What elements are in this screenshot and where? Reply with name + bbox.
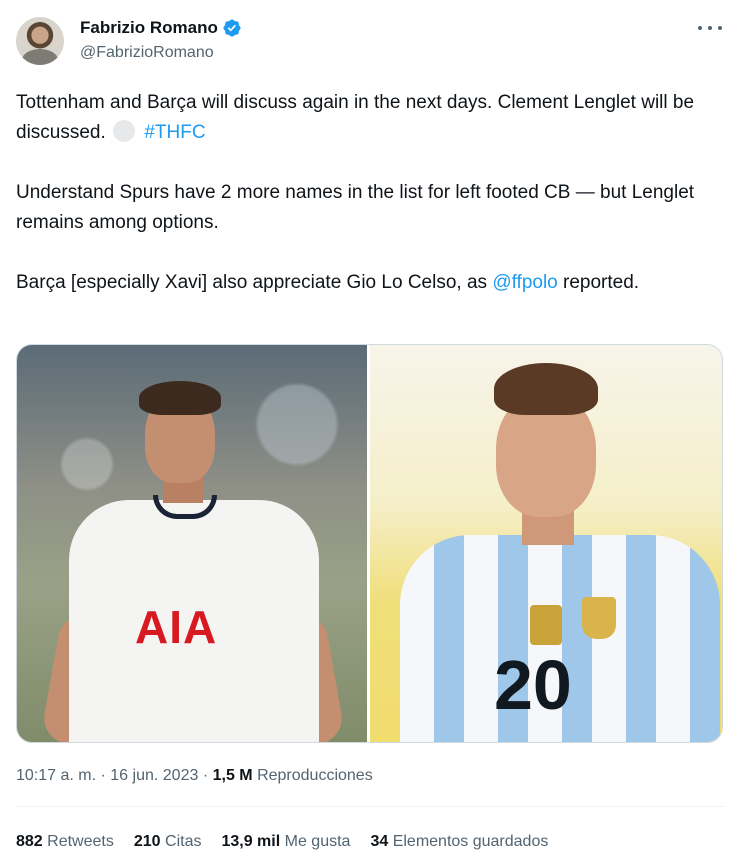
author-display-name[interactable]: Fabrizio Romano xyxy=(80,18,218,38)
media-grid: AIA 20 xyxy=(16,344,723,743)
likes-label: Me gusta xyxy=(284,833,351,850)
photo-lo-celso[interactable]: 20 xyxy=(370,345,722,742)
meta-separator: · xyxy=(202,767,213,784)
bookmarks-count: 34 xyxy=(370,833,389,850)
tweet-meta: 10:17 a. m. · 16 jun. 2023 · 1,5 M Repro… xyxy=(16,766,373,786)
white-circle-emoji-icon xyxy=(113,120,136,142)
retweets-label: Retweets xyxy=(47,833,114,850)
divider xyxy=(16,806,724,807)
shirt-sponsor-logo: AIA xyxy=(135,601,218,653)
retweets-stat[interactable]: 882 Retweets xyxy=(16,832,114,852)
retweets-count: 882 xyxy=(16,833,43,850)
champions-badge xyxy=(530,605,562,645)
tweet-date[interactable]: 16 jun. 2023 xyxy=(110,767,198,784)
quotes-label: Citas xyxy=(165,833,202,850)
meta-separator: · xyxy=(100,767,111,784)
tweet-paragraph-3-text-before: Barça [especially Xavi] also appreciate … xyxy=(16,272,488,293)
federation-crest xyxy=(582,597,616,639)
more-options-icon[interactable] xyxy=(698,18,722,38)
mention-link[interactable]: @ffpolo xyxy=(492,272,557,293)
quotes-stat[interactable]: 210 Citas xyxy=(134,832,202,852)
tweet: Fabrizio Romano @FabrizioRomano Tottenha… xyxy=(0,0,740,867)
player-hair xyxy=(139,381,221,415)
tweet-time[interactable]: 10:17 a. m. xyxy=(16,767,96,784)
bookmarks-label: Elementos guardados xyxy=(392,833,549,850)
bookmarks-stat[interactable]: 34 Elementos guardados xyxy=(370,832,548,852)
tweet-text: Tottenham and Barça will discuss again i… xyxy=(16,88,726,298)
tweet-stats: 882 Retweets 210 Citas 13,9 mil Me gusta… xyxy=(16,832,568,852)
views-count: 1,5 M xyxy=(212,767,253,784)
likes-stat[interactable]: 13,9 mil Me gusta xyxy=(221,832,350,852)
player-hair xyxy=(494,363,598,415)
avatar-shoulders xyxy=(22,49,58,65)
shirt-number: 20 xyxy=(494,646,572,724)
author-handle[interactable]: @FabrizioRomano xyxy=(80,43,214,63)
tweet-paragraph-3: Barça [especially Xavi] also appreciate … xyxy=(16,268,726,298)
tweet-paragraph-3-text-after: reported. xyxy=(563,272,640,293)
tweet-paragraph-2-text: Understand Spurs have 2 more names in th… xyxy=(16,182,695,233)
verified-badge-icon xyxy=(223,19,241,37)
views-label: Reproducciones xyxy=(257,767,373,784)
avatar[interactable] xyxy=(16,17,64,65)
tweet-paragraph-2: Understand Spurs have 2 more names in th… xyxy=(16,178,726,238)
hashtag-link[interactable]: #THFC xyxy=(144,122,205,143)
author-name-row: Fabrizio Romano xyxy=(80,18,242,38)
tweet-paragraph-1: Tottenham and Barça will discuss again i… xyxy=(16,88,726,148)
quotes-count: 210 xyxy=(133,833,161,850)
photo-lenglet[interactable]: AIA xyxy=(17,345,367,742)
likes-count: 13,9 mil xyxy=(221,833,281,850)
